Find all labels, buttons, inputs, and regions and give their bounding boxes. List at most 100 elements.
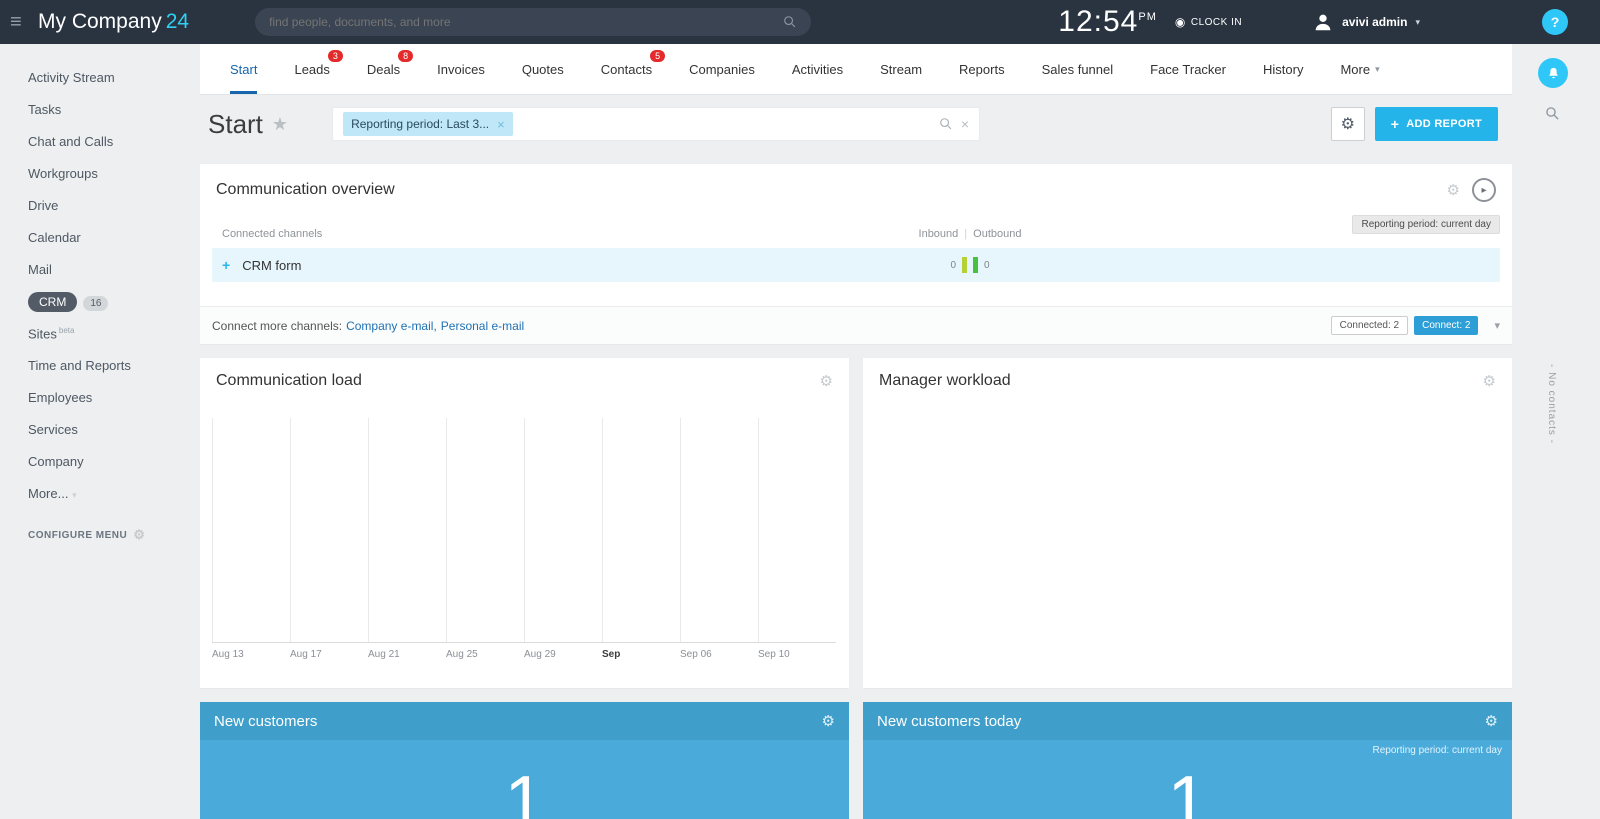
crm-count-badge: 16 xyxy=(83,296,109,311)
tab-reports[interactable]: Reports xyxy=(959,44,1005,94)
rail-search-icon[interactable] xyxy=(1545,106,1600,126)
tab-contacts[interactable]: Contacts 5 xyxy=(601,44,666,94)
sidebar-item-sites[interactable]: Sites beta xyxy=(28,326,192,341)
clock-display[interactable]: 12:54PM xyxy=(1058,5,1157,39)
gear-icon[interactable]: ⚙ xyxy=(1485,712,1498,730)
chevron-down-icon[interactable]: ▾ xyxy=(1494,319,1500,332)
tab-stream[interactable]: Stream xyxy=(880,44,922,94)
tab-history[interactable]: History xyxy=(1263,44,1303,94)
play-icon: ▸ xyxy=(1481,184,1487,196)
filter-input[interactable] xyxy=(520,117,939,131)
widget-body: Connected channels Inbound | Outbound + … xyxy=(200,216,1512,294)
sidebar-item-mail[interactable]: Mail xyxy=(28,262,192,277)
tab-start[interactable]: Start xyxy=(230,44,258,94)
sidebar-item-chat-and-calls[interactable]: Chat and Calls xyxy=(28,134,192,149)
x-tick: Sep xyxy=(602,649,621,660)
widget-title: Communication load xyxy=(216,372,362,389)
caret-down-icon: ▾ xyxy=(1415,16,1420,27)
sidebar-item-drive[interactable]: Drive xyxy=(28,198,192,213)
filter-search-icon[interactable] xyxy=(939,117,953,131)
connect-count-badge[interactable]: Connect: 2 xyxy=(1414,316,1479,335)
gear-icon[interactable]: ⚙ xyxy=(822,712,835,730)
add-report-button[interactable]: + ADD REPORT xyxy=(1374,107,1498,141)
connect-channels-footer: Connect more channels: Company e-mail, P… xyxy=(200,306,1512,344)
widget-communication-load: Communication load ⚙ Aug 13 Aug 17 Aug 2… xyxy=(200,358,849,688)
expand-plus-icon[interactable]: + xyxy=(222,257,230,273)
favorite-star-icon[interactable]: ★ xyxy=(272,114,288,135)
gear-icon[interactable]: ⚙ xyxy=(1483,372,1496,390)
clock-in-button[interactable]: ◉ CLOCK IN xyxy=(1175,15,1242,29)
widget-body: Reporting period: current day 1 xyxy=(863,740,1512,819)
dashboard-settings-button[interactable]: ⚙ xyxy=(1330,107,1365,141)
x-tick: Aug 17 xyxy=(290,649,322,660)
sidebar-item-calendar[interactable]: Calendar xyxy=(28,230,192,245)
tab-sales-funnel[interactable]: Sales funnel xyxy=(1042,44,1114,94)
inbound-value: 0 xyxy=(950,259,956,271)
brand-accent: 24 xyxy=(165,10,190,33)
sidebar-item-more[interactable]: More... ▾ xyxy=(28,486,192,501)
sidebar-item-company[interactable]: Company xyxy=(28,454,192,469)
sidebar-item-employees[interactable]: Employees xyxy=(28,390,192,405)
brand-logo[interactable]: My Company 24 xyxy=(38,10,189,34)
inbound-bar xyxy=(962,257,967,273)
connect-more-label: Connect more channels: xyxy=(212,318,343,333)
user-menu[interactable]: avivi admin ▾ xyxy=(1312,11,1420,33)
tab-invoices[interactable]: Invoices xyxy=(437,44,485,94)
tab-label: Invoices xyxy=(437,61,485,77)
tab-leads[interactable]: Leads 3 xyxy=(294,44,343,94)
company-email-link[interactable]: Company e-mail, xyxy=(346,319,437,333)
tab-activities[interactable]: Activities xyxy=(792,44,843,94)
filter-chip-reporting-period[interactable]: Reporting period: Last 3... × xyxy=(343,112,513,136)
sidebar-item-tasks[interactable]: Tasks xyxy=(28,102,192,117)
brand-name: My Company xyxy=(38,10,162,33)
x-tick: Sep 10 xyxy=(758,649,790,660)
play-circle-icon[interactable]: ▸ xyxy=(1472,178,1496,202)
filter-clear-icon[interactable]: × xyxy=(961,116,969,132)
x-tick: Aug 25 xyxy=(446,649,478,660)
sidebar-item-crm[interactable]: CRM 16 xyxy=(28,292,192,312)
gear-icon[interactable]: ⚙ xyxy=(1447,181,1460,199)
filter-search-box[interactable]: Reporting period: Last 3... × × xyxy=(332,107,981,141)
help-button[interactable]: ? xyxy=(1542,9,1568,35)
tab-deals[interactable]: Deals 8 xyxy=(367,44,414,94)
widgets-row-2: Communication load ⚙ Aug 13 Aug 17 Aug 2… xyxy=(200,358,1512,688)
sidebar-item-services[interactable]: Services xyxy=(28,422,192,437)
page-header: Start ★ Reporting period: Last 3... × × … xyxy=(200,94,1512,154)
search-icon[interactable] xyxy=(783,15,797,29)
widget-header: Communication load ⚙ xyxy=(200,358,849,404)
configure-menu-button[interactable]: CONFIGURE MENU ⚙ xyxy=(28,527,192,543)
sidebar-item-workgroups[interactable]: Workgroups xyxy=(28,166,192,181)
menu-hamburger-icon[interactable]: ≡ xyxy=(10,11,32,34)
tab-label: Reports xyxy=(959,61,1005,77)
chip-close-icon[interactable]: × xyxy=(497,117,505,132)
notifications-bell-icon[interactable] xyxy=(1538,58,1568,88)
widgets-row-3: New customers ⚙ 1 New customers today ⚙ … xyxy=(200,702,1512,819)
right-rail: - No contacts - xyxy=(1512,44,1600,819)
add-report-label: ADD REPORT xyxy=(1406,118,1482,130)
tab-label: Face Tracker xyxy=(1150,61,1226,77)
clock-time: 12:54 xyxy=(1058,5,1139,38)
personal-email-link[interactable]: Personal e-mail xyxy=(441,319,524,333)
tab-label: Activities xyxy=(791,61,844,77)
sites-beta-tag: beta xyxy=(58,326,75,335)
deals-count-badge: 8 xyxy=(398,50,414,62)
widget-manager-workload: Manager workload ⚙ xyxy=(863,358,1512,688)
global-search-input[interactable] xyxy=(269,15,784,29)
x-tick: Aug 13 xyxy=(212,649,244,660)
outbound-column-label: Outbound xyxy=(973,228,1022,240)
tab-label: History xyxy=(1263,61,1304,77)
x-tick: Sep 06 xyxy=(680,649,712,660)
channel-row-crm-form[interactable]: + CRM form 0 0 xyxy=(212,248,1500,282)
sidebar-item-time-and-reports[interactable]: Time and Reports xyxy=(28,358,192,373)
tab-more[interactable]: More ▾ xyxy=(1340,44,1379,94)
tab-quotes[interactable]: Quotes xyxy=(522,44,564,94)
gear-icon[interactable]: ⚙ xyxy=(820,372,833,390)
header-actions: ⚙ + ADD REPORT xyxy=(1330,107,1498,141)
caret-down-icon: ▾ xyxy=(72,490,77,501)
no-contacts-label: - No contacts - xyxy=(1546,364,1557,445)
tab-companies[interactable]: Companies xyxy=(689,44,755,94)
tab-face-tracker[interactable]: Face Tracker xyxy=(1150,44,1226,94)
sidebar-item-activity-stream[interactable]: Activity Stream xyxy=(28,70,192,85)
global-search[interactable] xyxy=(255,8,812,36)
widget-header: Communication overview ⚙ ▸ xyxy=(200,164,1512,216)
